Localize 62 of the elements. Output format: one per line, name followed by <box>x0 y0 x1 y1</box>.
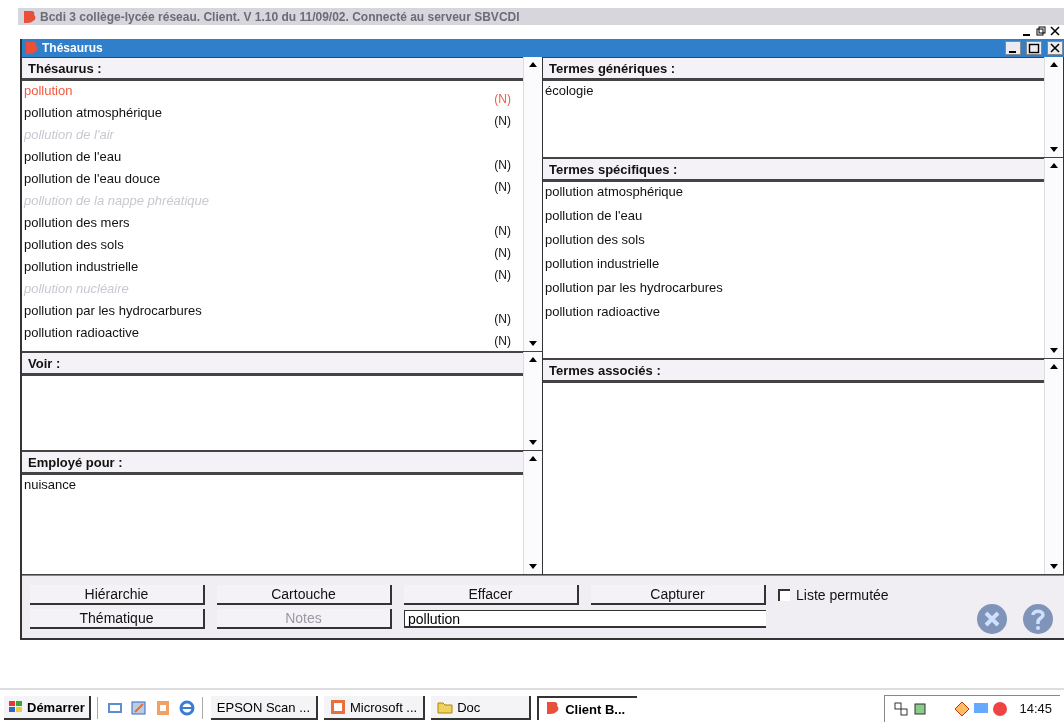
panel-heading: Termes spécifiques : <box>543 158 1044 182</box>
restore-icon[interactable] <box>1034 25 1048 37</box>
help-icon[interactable] <box>1022 603 1054 635</box>
term-tag: (N) <box>494 268 511 282</box>
checkbox[interactable]: Liste permutée <box>778 587 1054 603</box>
term-item[interactable]: pollution des mers <box>24 215 130 230</box>
list-item[interactable]: pollution par les hydrocarbures <box>545 280 723 295</box>
action-button[interactable]: Thématique <box>30 609 205 629</box>
folder-icon <box>437 699 454 715</box>
term-item[interactable]: pollution des sols <box>24 237 124 252</box>
action-button[interactable]: Cartouche <box>217 585 392 605</box>
browser-icon[interactable] <box>177 700 196 716</box>
term-tag: (N) <box>494 114 511 128</box>
list-item[interactable]: nuisance <box>24 477 77 492</box>
term-item[interactable]: pollution radioactive <box>24 325 139 340</box>
term-item[interactable]: pollution atmosphérique <box>24 105 163 120</box>
start-label: Démarrer <box>27 699 85 715</box>
app-logo-icon <box>24 41 38 55</box>
term-tag: (N) <box>494 246 511 260</box>
panel-heading: Voir : <box>22 352 523 376</box>
term-tag: (N) <box>494 180 511 194</box>
taskbar-button[interactable]: Client B... <box>537 696 638 720</box>
search-field[interactable]: pollution <box>404 610 766 628</box>
term-tag: (N) <box>494 312 511 326</box>
term-item[interactable]: pollution industrielle <box>24 259 139 274</box>
action-button[interactable]: Effacer <box>404 585 579 605</box>
taskbar-button[interactable]: Microsoft ... <box>324 696 426 720</box>
term-tag: (N) <box>494 224 511 238</box>
window-title: Thésaurus <box>42 41 103 55</box>
list-item[interactable]: pollution industrielle <box>545 256 660 271</box>
list-item[interactable]: pollution de l'eau <box>545 208 643 223</box>
taskbar-button[interactable]: Doc <box>431 696 532 720</box>
action-button[interactable]: Hiérarchie <box>30 585 205 605</box>
start-button[interactable]: Démarrer <box>4 696 91 720</box>
panel-heading: Employé pour : <box>22 451 523 475</box>
checkbox-label: Liste permutée <box>796 587 889 603</box>
list-item[interactable]: pollution radioactive <box>545 304 660 319</box>
term-tag: (N) <box>494 334 511 348</box>
taskbar-button[interactable]: EPSON Scan ... <box>210 696 319 720</box>
term-item[interactable]: pollution de l'eau <box>24 149 122 164</box>
windows-logo-icon <box>8 700 24 714</box>
term-tag: (N) <box>494 158 511 172</box>
list-item[interactable]: pollution des sols <box>545 232 645 247</box>
panel-heading: Termes associés : <box>543 359 1044 383</box>
minimize-icon[interactable] <box>1005 41 1021 55</box>
maximize-icon[interactable] <box>1026 41 1042 55</box>
checkbox-box[interactable] <box>778 589 790 601</box>
action-button[interactable]: Capturer <box>591 585 766 605</box>
window-title: Bcdi 3 collège-lycée réseau. Client. V 1.10 du 11/09/02. Connecté au serveur SBVCDI <box>40 9 520 24</box>
list-item[interactable]: écologie <box>545 83 594 98</box>
slides-icon <box>330 699 347 715</box>
panel-heading: Termes génériques : <box>543 57 1044 81</box>
panel-heading: Thésaurus : <box>22 57 523 81</box>
close-icon[interactable] <box>1047 41 1063 55</box>
close-icon[interactable] <box>1048 25 1062 37</box>
notepad-icon[interactable] <box>129 700 148 716</box>
list-item[interactable]: pollution atmosphérique <box>545 184 684 199</box>
term-tag: (N) <box>494 92 511 106</box>
app-logo-icon <box>22 9 36 24</box>
clock: 14:45 <box>1019 701 1052 716</box>
term-item[interactable]: pollution par les hydrocarbures <box>24 303 202 318</box>
term-item[interactable]: pollution de l'eau douce <box>24 171 161 186</box>
